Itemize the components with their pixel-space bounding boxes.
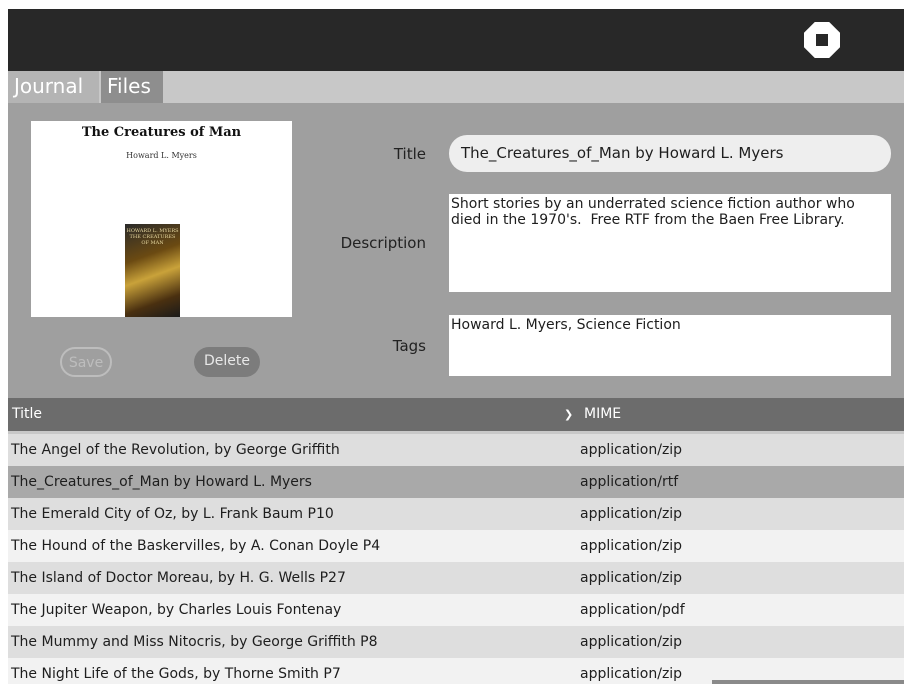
description-textarea[interactable]: Short stories by an underrated science f… — [449, 194, 891, 292]
table-row[interactable]: The Island of Doctor Moreau, by H. G. We… — [8, 562, 904, 594]
row-mime: application/zip — [580, 634, 683, 650]
row-mime: application/zip — [580, 506, 683, 522]
description-label: Description — [340, 234, 426, 252]
table-row[interactable]: The Hound of the Baskervilles, by A. Con… — [8, 530, 904, 562]
table-header: Title ❯ MIME — [8, 398, 904, 431]
detail-panel: The Creatures of Man Howard L. Myers HOW… — [8, 103, 904, 398]
tab-files[interactable]: Files — [101, 71, 163, 103]
row-mime: application/zip — [580, 538, 683, 554]
tab-bar: Journal Files — [8, 71, 904, 103]
cover-text: HOWARD L. MYERS THE CREATURES OF MAN — [126, 228, 179, 246]
chevron-down-icon[interactable]: ❯ — [564, 398, 573, 431]
file-list: The Angel of the Revolution, by George G… — [8, 434, 904, 684]
row-title: The Night Life of the Gods, by Thorne Sm… — [11, 666, 341, 682]
stop-icon[interactable] — [804, 22, 840, 58]
column-header-title[interactable]: Title — [12, 398, 42, 431]
preview-book-title: The Creatures of Man — [81, 125, 242, 140]
title-input[interactable]: The_Creatures_of_Man by Howard L. Myers — [449, 135, 891, 172]
row-title: The Mummy and Miss Nitocris, by George G… — [11, 634, 378, 650]
table-row[interactable]: The Jupiter Weapon, by Charles Louis Fon… — [8, 594, 904, 626]
delete-button[interactable]: Delete — [194, 347, 260, 377]
row-mime: application/rtf — [580, 474, 679, 490]
horizontal-scrollbar[interactable] — [712, 680, 904, 684]
tags-textarea[interactable]: Howard L. Myers, Science Fiction — [449, 315, 891, 376]
table-row[interactable]: The Emerald City of Oz, by L. Frank Baum… — [8, 498, 904, 530]
preview-image: The Creatures of Man Howard L. Myers HOW… — [31, 121, 292, 317]
row-title: The Angel of the Revolution, by George G… — [11, 442, 340, 458]
tags-label: Tags — [392, 337, 426, 355]
table-row[interactable]: The_Creatures_of_Man by Howard L. Myers … — [8, 466, 904, 498]
save-button[interactable]: Save — [60, 347, 112, 377]
row-title: The Emerald City of Oz, by L. Frank Baum… — [11, 506, 334, 522]
row-title: The Hound of the Baskervilles, by A. Con… — [11, 538, 381, 554]
row-title: The Island of Doctor Moreau, by H. G. We… — [11, 570, 346, 586]
row-mime: application/pdf — [580, 602, 685, 618]
table-row[interactable]: The Mummy and Miss Nitocris, by George G… — [8, 626, 904, 658]
preview-book-author: Howard L. Myers — [126, 151, 197, 160]
row-mime: application/zip — [580, 570, 683, 586]
book-cover-image: HOWARD L. MYERS THE CREATURES OF MAN — [125, 224, 180, 317]
row-title: The_Creatures_of_Man by Howard L. Myers — [11, 474, 312, 490]
table-row[interactable]: The Angel of the Revolution, by George G… — [8, 434, 904, 466]
tab-journal[interactable]: Journal — [8, 71, 99, 103]
title-label: Title — [393, 145, 426, 163]
toolbar — [8, 9, 904, 71]
row-mime: application/zip — [580, 442, 683, 458]
row-title: The Jupiter Weapon, by Charles Louis Fon… — [11, 602, 342, 618]
journal-app: Journal Files The Creatures of Man Howar… — [8, 9, 904, 684]
row-mime: application/zip — [580, 666, 683, 682]
column-header-mime[interactable]: MIME — [584, 398, 621, 431]
